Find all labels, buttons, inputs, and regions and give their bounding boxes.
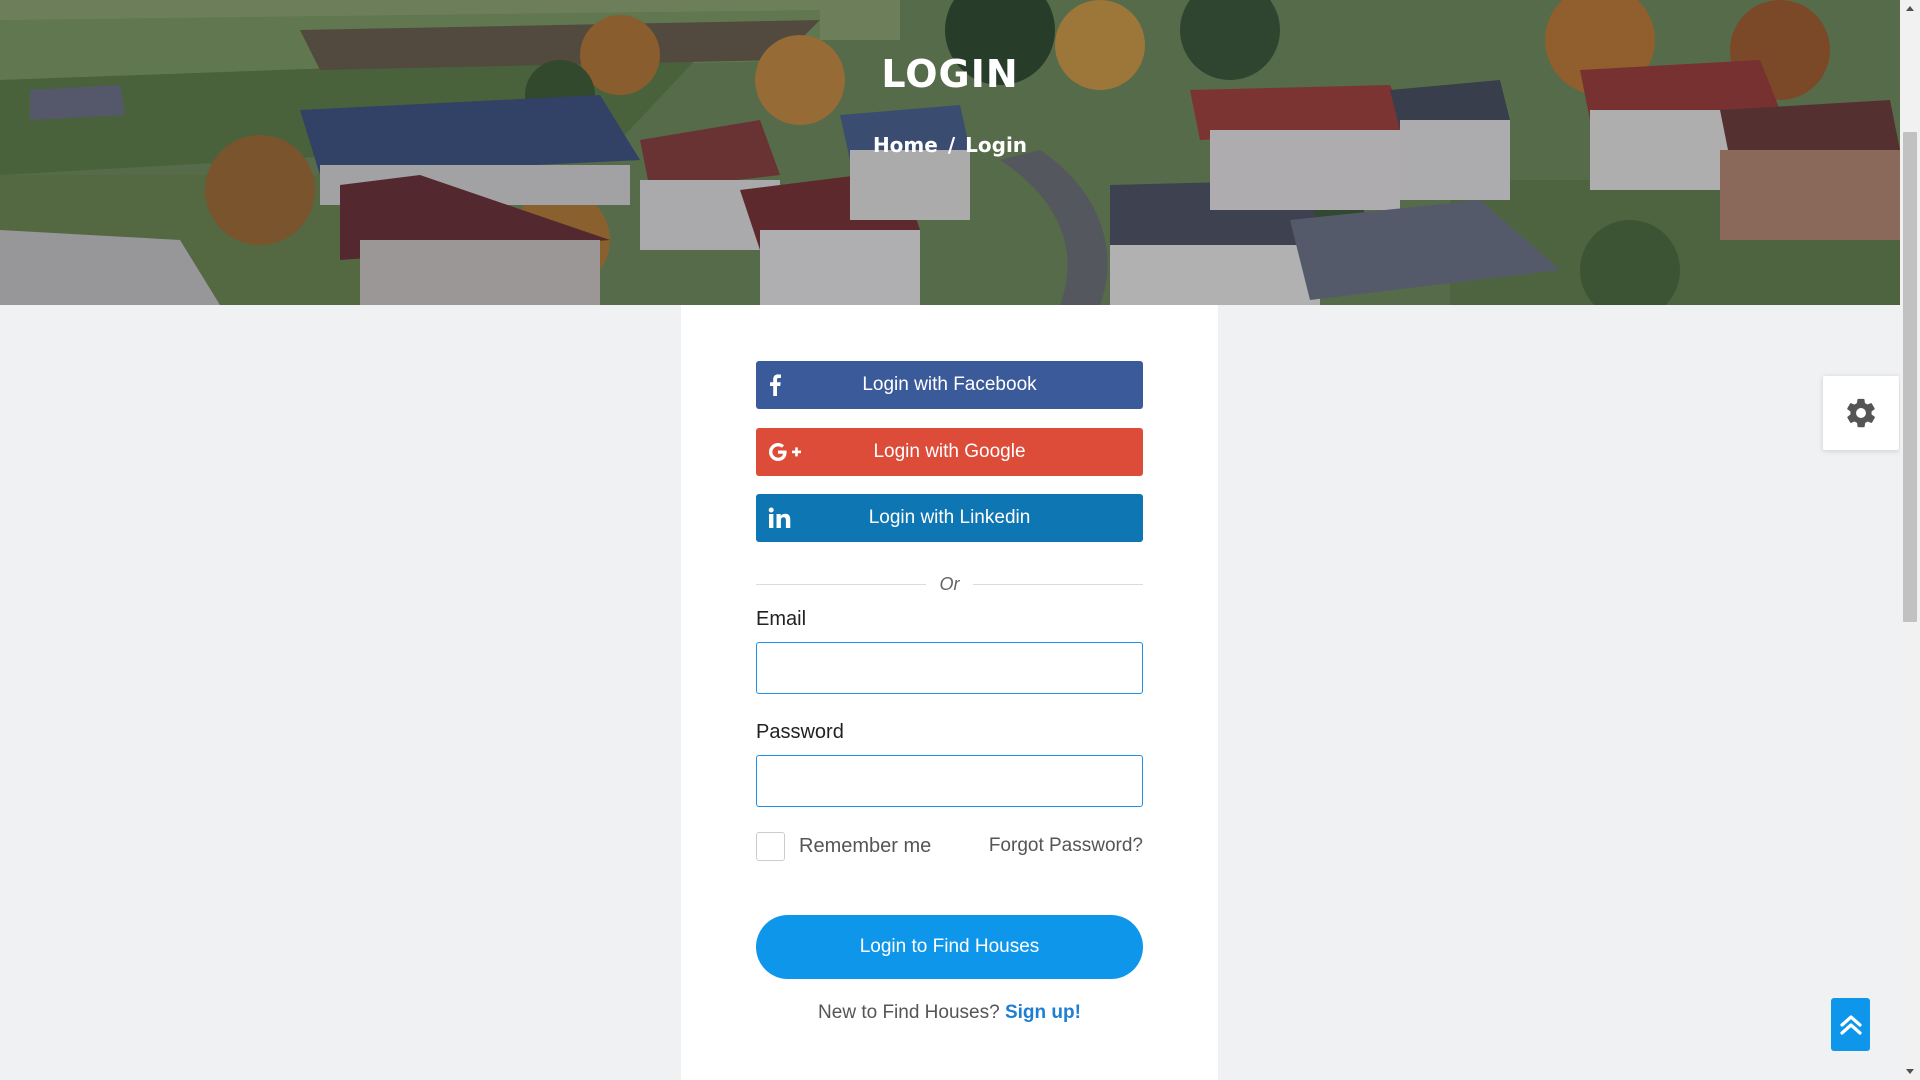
login-card: Login with Facebook Login with Google Lo… bbox=[681, 305, 1218, 1080]
page-scrollbar[interactable] bbox=[1900, 0, 1920, 1080]
breadcrumb-current: Login bbox=[965, 133, 1028, 157]
or-divider: Or bbox=[756, 569, 1143, 599]
password-label: Password bbox=[756, 721, 844, 743]
signup-link[interactable]: Sign up! bbox=[1005, 1002, 1081, 1023]
login-google-label: Login with Google bbox=[873, 441, 1026, 462]
divider-line-right bbox=[973, 584, 1143, 585]
facebook-icon bbox=[768, 361, 808, 409]
login-facebook-button[interactable]: Login with Facebook bbox=[756, 361, 1143, 409]
email-label: Email bbox=[756, 608, 807, 630]
login-linkedin-label: Login with Linkedin bbox=[868, 507, 1031, 528]
remember-me-label[interactable]: Remember me bbox=[799, 835, 931, 858]
scrollbar-thumb[interactable] bbox=[1903, 132, 1917, 622]
signup-prompt-text: New to Find Houses? bbox=[818, 1002, 1000, 1023]
forgot-password-link[interactable]: Forgot Password? bbox=[989, 835, 1143, 857]
breadcrumb-home-link[interactable]: Home bbox=[873, 133, 938, 157]
login-submit-label: Login to Find Houses bbox=[859, 936, 1040, 957]
login-facebook-label: Login with Facebook bbox=[862, 374, 1037, 395]
settings-panel-toggle[interactable] bbox=[1823, 376, 1899, 450]
hero-banner: LOGIN Home / Login bbox=[0, 0, 1900, 305]
breadcrumb: Home / Login bbox=[0, 133, 1900, 157]
scroll-down-arrow[interactable] bbox=[1900, 1063, 1920, 1080]
signup-prompt: New to Find Houses? Sign up! bbox=[681, 1002, 1218, 1024]
double-chevron-up-icon bbox=[1839, 1014, 1862, 1035]
caret-up-icon bbox=[1906, 6, 1914, 11]
remember-me-group: Remember me bbox=[756, 832, 931, 861]
page-title: LOGIN bbox=[881, 52, 1019, 96]
breadcrumb-separator: / bbox=[947, 133, 956, 157]
remember-me-checkbox[interactable] bbox=[756, 832, 785, 861]
login-submit-button[interactable]: Login to Find Houses bbox=[756, 915, 1143, 979]
scroll-up-arrow[interactable] bbox=[1900, 0, 1920, 17]
email-input[interactable] bbox=[756, 642, 1143, 694]
caret-down-icon bbox=[1906, 1069, 1914, 1074]
google-plus-icon bbox=[768, 428, 808, 476]
login-google-button[interactable]: Login with Google bbox=[756, 428, 1143, 476]
back-to-top-button[interactable] bbox=[1831, 998, 1870, 1051]
gear-icon bbox=[1847, 398, 1875, 428]
login-linkedin-button[interactable]: Login with Linkedin bbox=[756, 494, 1143, 542]
password-input[interactable] bbox=[756, 755, 1143, 807]
linkedin-icon bbox=[768, 494, 808, 542]
